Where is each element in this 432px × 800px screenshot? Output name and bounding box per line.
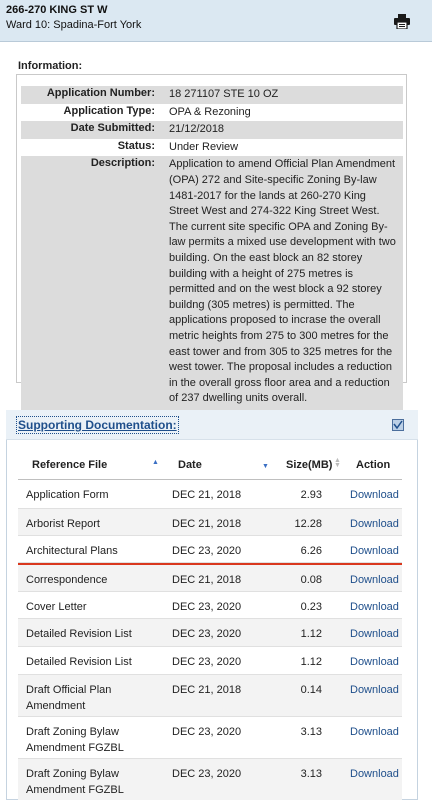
row-size: 2.93: [300, 489, 322, 501]
row-size: 3.13: [300, 768, 322, 780]
row-date: DEC 23, 2020: [172, 768, 242, 780]
information-label: Information:: [18, 60, 83, 72]
table-row: Cover Letter DEC 23, 2020 0.23 Download: [18, 592, 402, 619]
table-row: Arborist Report DEC 21, 2018 12.28 Downl…: [18, 509, 402, 536]
row-date: DEC 21, 2018: [172, 489, 242, 501]
table-row: Detailed Revision List DEC 23, 2020 1.12…: [18, 619, 402, 647]
info-row-status: Status: Under Review: [21, 138, 403, 157]
row-file-name: Arborist Report: [26, 518, 100, 530]
download-link[interactable]: Download: [350, 654, 399, 670]
download-link[interactable]: Download: [350, 599, 399, 615]
row-date: DEC 21, 2018: [172, 684, 242, 696]
collapse-toggle-icon[interactable]: [392, 419, 404, 431]
table-row: Draft Zoning Bylaw Amendment FGZBL DEC 2…: [18, 717, 402, 759]
row-size: 0.14: [300, 684, 322, 696]
documentation-title-link[interactable]: Supporting Documentation:: [16, 416, 179, 434]
info-value: 21/12/2018: [163, 121, 403, 139]
download-link[interactable]: Download: [350, 724, 399, 740]
sort-unsorted-icon[interactable]: ▲ ▼: [334, 457, 341, 469]
row-file-name: Draft Zoning Bylaw Amendment FGZBL: [26, 768, 124, 796]
column-reference-file[interactable]: Reference File: [32, 459, 107, 471]
download-link[interactable]: Download: [350, 572, 399, 588]
row-date: DEC 23, 2020: [172, 545, 242, 557]
download-link[interactable]: Download: [350, 487, 399, 503]
info-row-application-type: Application Type: OPA & Rezoning: [21, 103, 403, 122]
table-row: Correspondence DEC 21, 2018 0.08 Downloa…: [18, 565, 402, 592]
row-file-name: Draft Official Plan Amendment: [26, 684, 112, 712]
table-row: Architectural Plans DEC 23, 2020 6.26 Do…: [18, 536, 402, 563]
column-date[interactable]: Date: [178, 459, 202, 471]
sort-descending-icon[interactable]: ▼: [262, 463, 269, 470]
row-date: DEC 23, 2020: [172, 628, 242, 640]
row-file-name: Architectural Plans: [26, 545, 118, 557]
row-file-name: Application Form: [26, 489, 109, 501]
row-size: 12.28: [294, 518, 322, 530]
row-file-name: Detailed Revision List: [26, 628, 132, 640]
info-label: Date Submitted:: [21, 121, 163, 139]
ward-label: Ward 10: Spadina-Fort York: [6, 19, 142, 31]
info-value: 18 271107 STE 10 OZ: [163, 86, 403, 104]
download-link[interactable]: Download: [350, 766, 399, 782]
info-value: Under Review: [163, 138, 403, 157]
row-file-name: Cover Letter: [26, 601, 87, 613]
row-size: 6.26: [300, 545, 322, 557]
download-link[interactable]: Download: [350, 626, 399, 642]
column-action: Action: [356, 459, 391, 471]
table-row: Draft Zoning Bylaw Amendment FGZBL DEC 2…: [18, 759, 402, 800]
info-value: OPA & Rezoning: [163, 103, 403, 122]
download-link[interactable]: Download: [350, 516, 399, 532]
row-size: 0.08: [300, 574, 322, 586]
property-address: 266-270 KING ST W: [6, 4, 108, 16]
table-row: Application Form DEC 21, 2018 2.93 Downl…: [18, 480, 402, 509]
row-date: DEC 23, 2020: [172, 726, 242, 738]
download-link[interactable]: Download: [350, 543, 399, 559]
row-size: 0.23: [300, 601, 322, 613]
row-date: DEC 23, 2020: [172, 656, 242, 668]
info-label: Application Type:: [21, 103, 163, 122]
sort-ascending-icon[interactable]: ▲: [152, 459, 159, 466]
table-row: Detailed Revision List DEC 23, 2020 1.12…: [18, 647, 402, 675]
table-row: Draft Official Plan Amendment DEC 21, 20…: [18, 675, 402, 717]
info-row-date-submitted: Date Submitted: 21/12/2018: [21, 121, 403, 139]
row-size: 3.13: [300, 726, 322, 738]
property-header: 266-270 KING ST W Ward 10: Spadina-Fort …: [0, 0, 432, 42]
row-date: DEC 21, 2018: [172, 518, 242, 530]
documents-table-header: Reference File ▲ Date ▼ Size(MB) ▲ ▼ Acti…: [18, 452, 402, 480]
info-label: Status:: [21, 138, 163, 157]
row-date: DEC 21, 2018: [172, 574, 242, 586]
info-row-description: Description: Application to amend Offici…: [21, 156, 403, 413]
row-file-name: Detailed Revision List: [26, 656, 132, 668]
row-file-name: Correspondence: [26, 574, 108, 586]
column-size[interactable]: Size(MB): [286, 459, 332, 471]
row-size: 1.12: [300, 656, 322, 668]
row-size: 1.12: [300, 628, 322, 640]
printer-icon[interactable]: [394, 14, 410, 29]
info-label: Application Number:: [21, 86, 163, 104]
row-file-name: Draft Zoning Bylaw Amendment FGZBL: [26, 726, 124, 754]
info-label: Description:: [21, 156, 163, 413]
information-table: Application Number: 18 271107 STE 10 OZ …: [21, 86, 403, 413]
download-link[interactable]: Download: [350, 682, 399, 698]
info-value: Application to amend Official Plan Amend…: [163, 156, 403, 413]
info-row-application-number: Application Number: 18 271107 STE 10 OZ: [21, 86, 403, 104]
row-date: DEC 23, 2020: [172, 601, 242, 613]
